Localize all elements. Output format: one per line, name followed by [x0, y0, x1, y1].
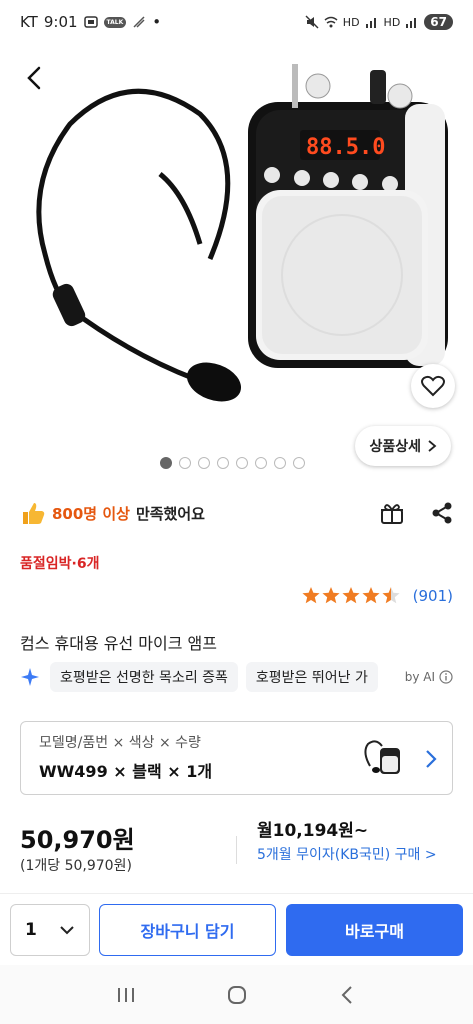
add-to-cart-button[interactable]: 장바구니 담기: [99, 904, 276, 956]
carousel-dot[interactable]: [179, 457, 191, 469]
carousel-indicator[interactable]: [160, 457, 305, 469]
more-dot-icon: •: [152, 13, 162, 31]
ai-attribution[interactable]: by AI: [398, 670, 453, 684]
home-icon[interactable]: [226, 984, 248, 1006]
back-nav-icon[interactable]: [337, 984, 359, 1006]
carousel-dot[interactable]: [255, 457, 267, 469]
price: 50,970원: [20, 826, 135, 854]
mute-icon: [305, 15, 319, 29]
star-icon: [302, 587, 320, 604]
hd-label: HD: [342, 15, 360, 29]
screenshot-icon: [83, 16, 98, 28]
ai-summary-chip[interactable]: 호평받은 선명한 목소리 증폭: [50, 662, 238, 692]
recent-apps-icon[interactable]: [115, 985, 137, 1005]
star-icon: [362, 587, 380, 604]
info-icon: [439, 670, 453, 684]
sparkle-icon: [21, 668, 39, 686]
stock-status-label: 품절임박·6개: [20, 556, 100, 572]
star-icon: [322, 587, 340, 604]
system-nav-bar: [0, 965, 473, 1024]
option-selector[interactable]: 모델명/품번 × 색상 × 수량 WW499 × 블랙 × 1개: [20, 721, 453, 795]
carousel-dot[interactable]: [217, 457, 229, 469]
social-proof-row: 800명 이상 만족했어요: [20, 497, 453, 529]
buy-now-button[interactable]: 바로구매: [286, 904, 463, 956]
battery-indicator: 67: [424, 14, 453, 30]
product-detail-label: 상품상세: [369, 439, 421, 455]
quantity-select[interactable]: 1: [10, 904, 90, 956]
carousel-dot[interactable]: [198, 457, 210, 469]
carousel-dot[interactable]: [236, 457, 248, 469]
signal-off-icon: [133, 16, 145, 28]
product-title: 컴스 휴대용 유선 마이크 앰프: [20, 634, 217, 653]
star-rating: [302, 587, 400, 604]
carousel-dot[interactable]: [293, 457, 305, 469]
heart-icon: [421, 375, 445, 397]
quantity-value: 1: [25, 920, 37, 940]
carousel-dot[interactable]: [274, 457, 286, 469]
svg-text:88.5.0: 88.5.0: [306, 135, 385, 160]
price-divider: [236, 836, 237, 864]
ai-attribution-label: by AI: [404, 670, 435, 684]
cell-signal-icon: [365, 18, 376, 28]
star-icon: [342, 587, 360, 604]
clock: 9:01: [43, 13, 78, 31]
star-icon: [382, 587, 400, 604]
product-photo: 88.5.0: [36, 64, 448, 402]
ai-summary-chip[interactable]: 호평받은 뛰어난 가: [245, 662, 378, 692]
product-detail-button[interactable]: 상품상세: [355, 426, 451, 466]
rating-row[interactable]: (901): [301, 586, 453, 606]
share-icon[interactable]: [431, 501, 453, 525]
review-count[interactable]: (901): [413, 587, 453, 605]
kakaotalk-icon: TALK: [103, 16, 127, 28]
wifi-icon: [324, 16, 338, 28]
chevron-right-icon: [426, 750, 437, 768]
cell-signal-icon: [406, 18, 417, 28]
ai-summary-row[interactable]: 호평받은 선명한 목소리 증폭 호평받은 뛰어난 가 by AI: [20, 662, 453, 692]
wishlist-button[interactable]: [411, 364, 455, 408]
hd-label: HD: [383, 15, 401, 29]
back-arrow-icon[interactable]: [18, 62, 50, 94]
chevron-down-icon: [60, 926, 74, 935]
satisfied-text: 만족했어요: [135, 504, 205, 523]
thumbs-up-icon: [23, 503, 45, 524]
carousel-dot[interactable]: [160, 457, 172, 469]
product-image-carousel[interactable]: 88.5.0 상품상세: [0, 44, 473, 484]
gift-icon[interactable]: [379, 501, 405, 525]
installment-link[interactable]: 5개월 무이자(KB국민) 구매 >: [257, 845, 457, 865]
option-thumbnail: [364, 740, 400, 774]
monthly-price: 월10,194원~: [257, 821, 369, 841]
chevron-right-icon: [428, 440, 437, 452]
unit-price: (1개당 50,970원): [20, 858, 132, 874]
status-bar: KT 9:01 TALK • HD HD 67: [0, 0, 473, 44]
purchase-bar: 1 장바구니 담기 바로구매: [0, 893, 473, 965]
satisfied-count: 800명 이상: [52, 504, 130, 523]
carrier-label: KT: [20, 13, 38, 31]
